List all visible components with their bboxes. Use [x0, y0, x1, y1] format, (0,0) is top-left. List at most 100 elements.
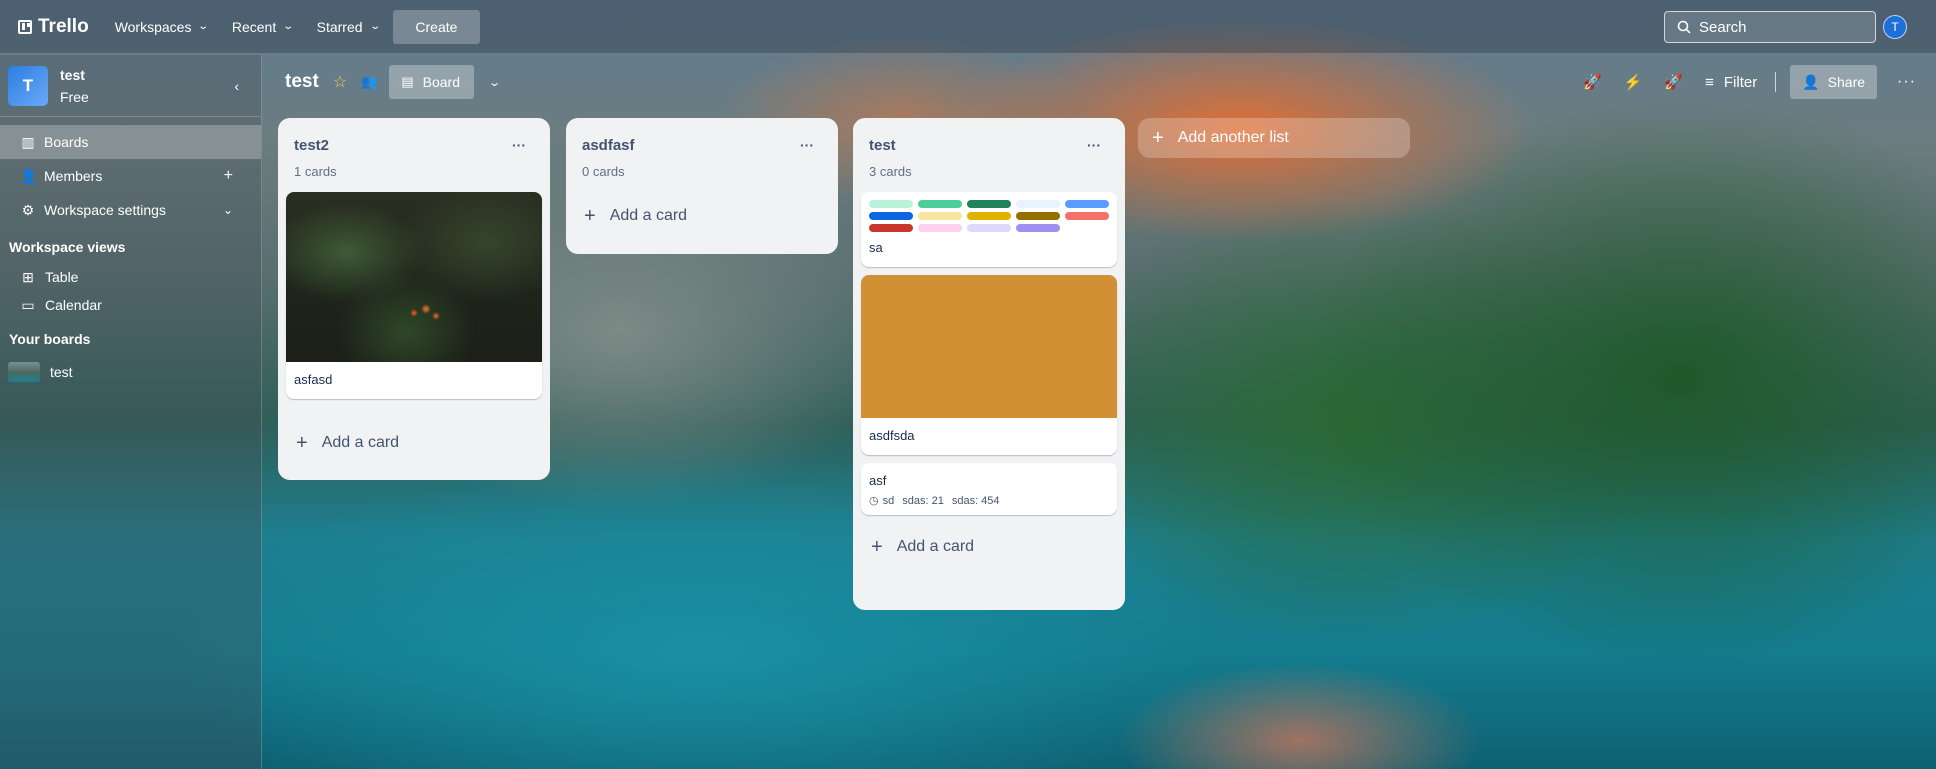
card-label-chip[interactable]	[1016, 212, 1060, 220]
list-card-count: 3 cards	[869, 164, 912, 179]
lightning-icon[interactable]: ⚡	[1624, 73, 1643, 91]
list-title[interactable]: test	[869, 137, 896, 154]
board-title[interactable]: test	[285, 71, 319, 93]
card[interactable]: asdfsda	[861, 275, 1117, 455]
nav-recent[interactable]: Recent ⌄	[231, 18, 294, 35]
board-view-button[interactable]: ▤ Board	[389, 65, 474, 99]
sidebar-item-boards[interactable]: ▥ Boards	[0, 125, 261, 159]
add-member-icon[interactable]: +	[224, 167, 233, 185]
add-card-button[interactable]: + Add a card	[286, 421, 542, 465]
add-card-button[interactable]: + Add a card	[861, 525, 1117, 569]
board-thumbnail	[8, 362, 40, 382]
chevron-down-icon: ⌄	[368, 21, 381, 32]
sidebar-item-label: Calendar	[45, 297, 102, 313]
card-label-chip[interactable]	[1065, 200, 1109, 208]
badge-text: sdas: 454	[951, 494, 1000, 507]
list-title[interactable]: test2	[294, 137, 329, 154]
board-icon: ▤	[401, 74, 414, 89]
sidebar-item-label: Workspace settings	[44, 202, 166, 218]
card[interactable]: asf ◷ sd sdas: 21 sdas: 454	[861, 463, 1117, 515]
share-label: Share	[1827, 74, 1866, 90]
workspace-name[interactable]: test	[60, 64, 89, 86]
sidebar-item-workspace-settings[interactable]: ⚙ Workspace settings ⌄	[0, 193, 261, 227]
card[interactable]: asfasd	[286, 192, 542, 399]
share-button[interactable]: 👤 Share	[1790, 65, 1878, 99]
card-label-chip[interactable]	[869, 200, 913, 208]
nav-workspaces[interactable]: Workspaces ⌄	[115, 19, 210, 35]
filter-button[interactable]: ≡ Filter	[1705, 74, 1757, 91]
sidebar: T test Free ‹ ▥ Boards 👤 Members + ⚙ Wor…	[0, 55, 262, 769]
workspace-visible-icon[interactable]: 👥	[361, 74, 377, 90]
list-card-count: 0 cards	[582, 164, 625, 179]
more-options-icon[interactable]: ···	[1897, 73, 1916, 91]
list-menu-icon[interactable]: ···	[512, 137, 526, 153]
sidebar-item-members[interactable]: 👤 Members +	[0, 159, 261, 193]
badge-text: sd	[882, 494, 895, 507]
chevron-down-icon[interactable]: ⌄	[223, 203, 233, 217]
search-icon	[1677, 20, 1691, 34]
list-card-count: 1 cards	[294, 164, 337, 179]
board-view-label: Board	[422, 74, 460, 90]
collapse-sidebar-icon[interactable]: ‹	[234, 78, 239, 94]
card-label-chip[interactable]	[918, 200, 962, 208]
your-boards-heading: Your boards	[9, 331, 91, 347]
workspace-avatar: T	[8, 65, 48, 106]
chevron-down-icon: ⌄	[197, 21, 210, 32]
list-menu-icon[interactable]: ···	[1087, 137, 1101, 153]
sidebar-item-label: Table	[45, 269, 79, 285]
nav-starred[interactable]: Starred ⌄	[316, 18, 381, 35]
rocket-icon[interactable]: 🚀	[1664, 73, 1683, 91]
add-card-label: Add a card	[321, 434, 400, 451]
card-label-chip[interactable]	[869, 224, 913, 232]
user-avatar[interactable]: T	[1883, 15, 1907, 39]
gear-icon: ⚙	[21, 201, 35, 218]
list-header: test2 ···	[286, 118, 542, 156]
workspace-plan: Free	[60, 88, 89, 105]
card-label-chip[interactable]	[869, 212, 913, 220]
card-labels	[861, 192, 1117, 232]
share-user-icon: 👤	[1802, 73, 1820, 90]
card-label-chip[interactable]	[1016, 200, 1060, 208]
star-icon[interactable]: ☆	[333, 72, 347, 92]
sidebar-board-test[interactable]: test	[0, 355, 261, 389]
top-navigation-bar: Trello Workspaces ⌄ Recent ⌄ Starred ⌄ C…	[0, 0, 1936, 54]
card-label-chip[interactable]	[918, 224, 962, 232]
divider	[1775, 72, 1777, 92]
nav-starred-label: Starred	[316, 18, 363, 35]
sidebar-item-calendar[interactable]: ▭ Calendar	[0, 291, 261, 319]
card-label-chip[interactable]	[1065, 212, 1109, 220]
table-icon: ⊞	[22, 268, 34, 285]
card-title: asfasd	[294, 372, 333, 387]
card-label-chip[interactable]	[918, 212, 962, 220]
list-menu-icon[interactable]: ···	[800, 137, 814, 153]
create-button[interactable]: Create	[392, 9, 480, 44]
calendar-icon: ▭	[21, 296, 35, 313]
sidebar-item-label: Members	[44, 168, 103, 184]
trello-logo[interactable]: Trello	[18, 16, 89, 38]
sidebar-item-label: Boards	[44, 134, 89, 150]
chevron-down-icon[interactable]: ⌄	[488, 76, 501, 89]
nav-recent-label: Recent	[231, 18, 277, 35]
sidebar-board-label: test	[50, 364, 73, 380]
members-icon: 👤	[20, 167, 38, 184]
card-badges: ◷ sd sdas: 21 sdas: 454	[861, 494, 1117, 515]
filter-icon: ≡	[1705, 73, 1714, 91]
card-cover-image	[286, 192, 542, 362]
search-input[interactable]: Search	[1664, 11, 1876, 43]
rocket-icon[interactable]: 🚀	[1583, 73, 1602, 91]
card-title: asf	[869, 473, 887, 488]
card-label-chip[interactable]	[1016, 224, 1060, 232]
sidebar-item-table[interactable]: ⊞ Table	[0, 263, 261, 291]
add-card-button[interactable]: + Add a card	[574, 194, 830, 238]
card-title: sa	[869, 240, 883, 255]
card-label-chip[interactable]	[967, 200, 1011, 208]
boards-icon: ▥	[21, 133, 35, 150]
list-header: test ···	[861, 118, 1117, 156]
card-label-chip[interactable]	[967, 224, 1011, 232]
card-label-chip[interactable]	[967, 212, 1011, 220]
card-cover-color	[861, 275, 1117, 418]
list-title[interactable]: asdfasf	[582, 137, 635, 154]
list-header: asdfasf ···	[574, 118, 830, 156]
card[interactable]: sa	[861, 192, 1117, 267]
add-list-button[interactable]: + Add another list	[1138, 118, 1410, 158]
